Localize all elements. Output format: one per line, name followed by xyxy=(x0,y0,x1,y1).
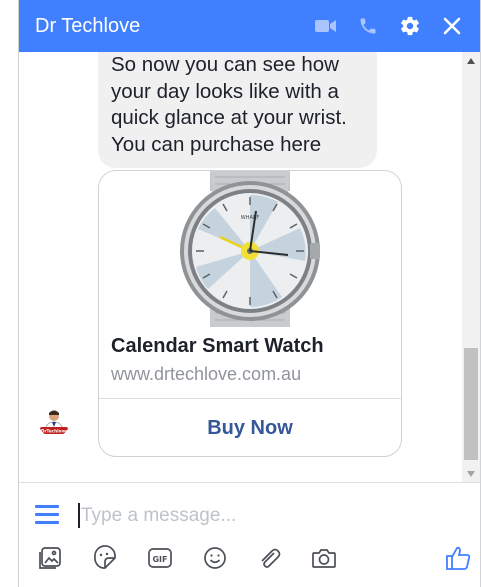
thumbs-up-icon[interactable] xyxy=(443,543,473,573)
gear-icon[interactable] xyxy=(398,14,422,38)
bot-message-bubble: So now you can see how your day looks li… xyxy=(98,52,377,168)
photo-icon[interactable] xyxy=(35,543,65,573)
phone-icon[interactable] xyxy=(356,14,380,38)
smart-watch-image[interactable]: WHARF xyxy=(99,171,401,327)
product-card: WHARF Calendar Smart Watch www.drtechlov… xyxy=(98,170,402,457)
svg-text:GIF: GIF xyxy=(152,555,167,564)
card-url[interactable]: www.drtechlove.com.au xyxy=(111,364,301,385)
header-actions xyxy=(314,14,464,38)
chat-title: Dr Techlove xyxy=(35,14,141,37)
attachment-icon[interactable] xyxy=(254,543,284,573)
text-caret xyxy=(78,503,80,528)
chat-window: Dr Techlove So now you can see how your … xyxy=(18,0,481,587)
message-input[interactable] xyxy=(81,502,431,530)
avatar[interactable]: DrTechlove xyxy=(38,405,70,437)
composer-toolbar: GIF xyxy=(19,543,480,579)
card-title[interactable]: Calendar Smart Watch xyxy=(111,335,324,358)
chat-header: Dr Techlove xyxy=(19,0,480,52)
scroll-down-arrow-icon[interactable] xyxy=(462,465,480,482)
camera-icon[interactable] xyxy=(309,543,339,573)
avatar-banner-text: DrTechlove xyxy=(41,429,67,434)
scrollbar[interactable] xyxy=(462,52,480,482)
emoji-icon[interactable] xyxy=(200,543,230,573)
composer: GIF xyxy=(19,482,480,587)
gif-icon[interactable]: GIF xyxy=(145,543,175,573)
video-camera-icon[interactable] xyxy=(314,14,338,38)
scroll-thumb[interactable] xyxy=(464,348,478,460)
sticker-icon[interactable] xyxy=(90,543,120,573)
close-icon[interactable] xyxy=(440,14,464,38)
message-list[interactable]: So now you can see how your day looks li… xyxy=(19,52,480,482)
watch-brand-text: WHARF xyxy=(241,215,260,221)
menu-icon[interactable] xyxy=(35,505,59,525)
buy-now-button[interactable]: Buy Now xyxy=(99,399,401,456)
scroll-up-arrow-icon[interactable] xyxy=(462,52,480,69)
